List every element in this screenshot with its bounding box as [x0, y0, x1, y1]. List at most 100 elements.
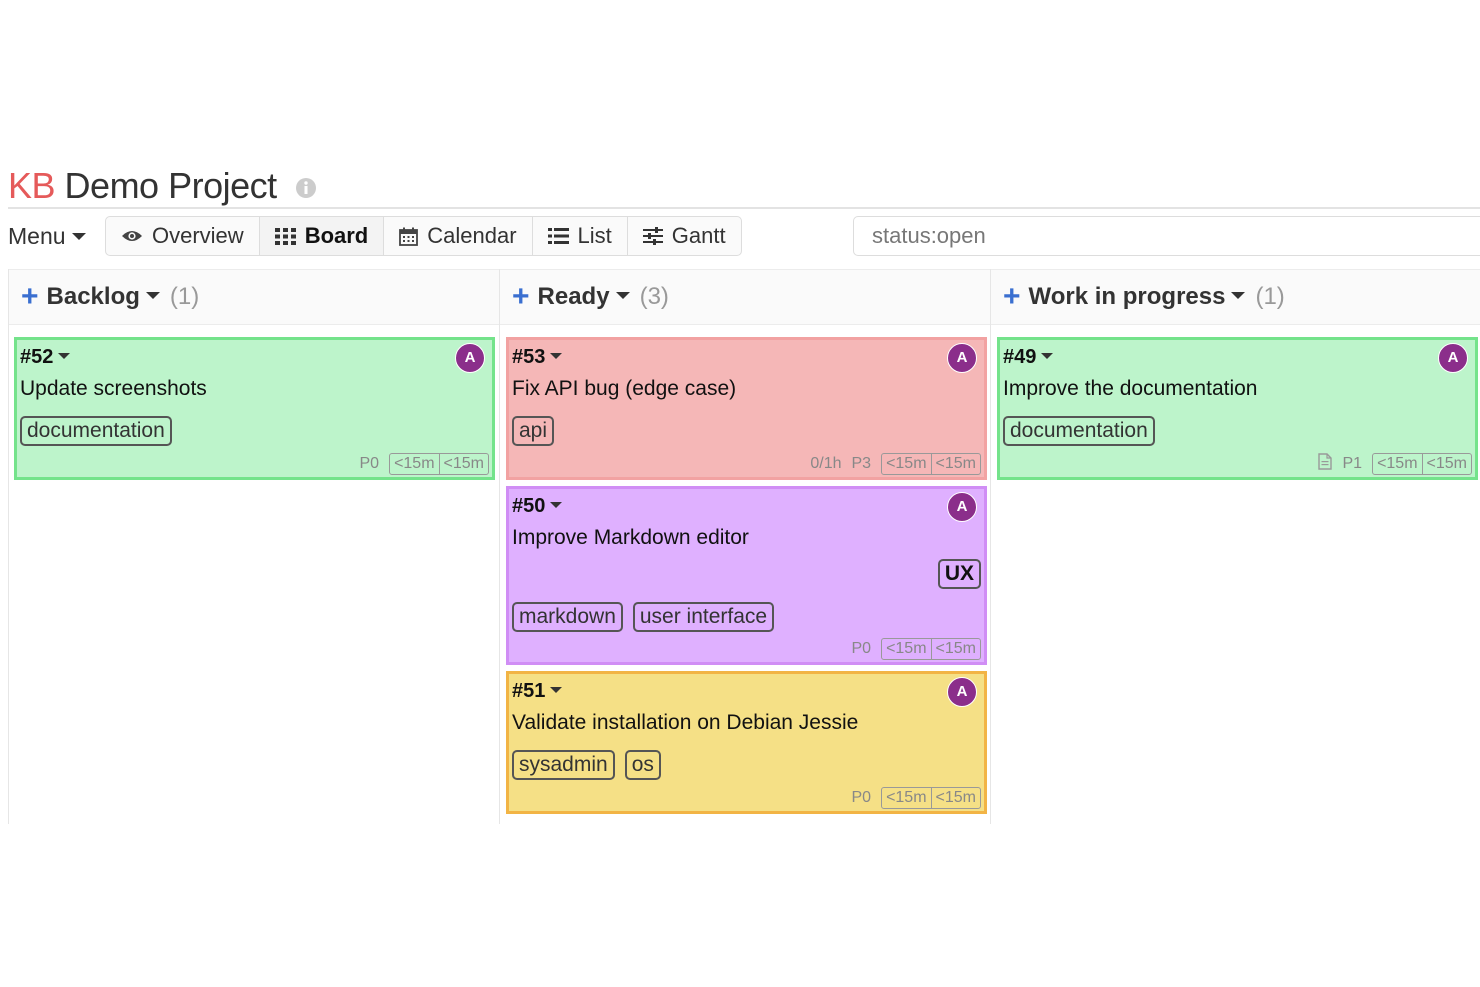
column-title[interactable]: Work in progress — [1029, 283, 1226, 311]
view-calendar-button[interactable]: Calendar — [384, 217, 533, 255]
task-footer: P0 <15m <15m — [359, 453, 489, 475]
task-footer: P0 <15m <15m — [851, 638, 981, 660]
priority-badge: P0 — [851, 640, 872, 657]
task-card[interactable]: #49 A Improve the documentation document… — [997, 337, 1478, 480]
calendar-icon — [399, 227, 419, 246]
time-spent: <15m — [930, 639, 980, 659]
avatar[interactable]: A — [455, 343, 485, 373]
task-title[interactable]: Improve Markdown editor — [512, 526, 749, 550]
tag-list: markdown user interface — [512, 602, 775, 632]
column-header: + Work in progress (1) — [991, 269, 1480, 325]
task-id-dropdown[interactable]: #52 — [20, 346, 71, 369]
task-id-dropdown[interactable]: #49 — [1003, 346, 1054, 369]
column-work-in-progress: + Work in progress (1) #49 A Improve the… — [990, 269, 1480, 824]
list-icon — [547, 228, 569, 244]
task-title[interactable]: Fix API bug (edge case) — [512, 377, 736, 401]
avatar[interactable]: A — [947, 492, 977, 522]
time-tracking: <15m <15m — [881, 453, 981, 475]
column-header: + Backlog (1) — [9, 269, 500, 325]
tag-list: api — [512, 416, 555, 446]
column-count: (1) — [169, 283, 200, 310]
time-spent: <15m — [930, 788, 980, 808]
menu-label: Menu — [8, 223, 66, 249]
column-title[interactable]: Ready — [538, 283, 610, 311]
task-card[interactable]: #53 A Fix API bug (edge case) api 0/1h P… — [506, 337, 987, 480]
priority-badge: P0 — [851, 789, 872, 806]
task-id: #50 — [512, 495, 546, 517]
task-card[interactable]: #52 A Update screenshots documentation P… — [14, 337, 495, 480]
tag-list: sysadmin os — [512, 750, 661, 780]
project-name: Demo Project — [64, 165, 278, 206]
task-id: #53 — [512, 346, 546, 368]
task-card[interactable]: #50 A Improve Markdown editor UX markdow… — [506, 486, 987, 665]
task-id-dropdown[interactable]: #51 — [512, 680, 563, 703]
tag-list: documentation — [20, 416, 172, 446]
column-title[interactable]: Backlog — [47, 283, 140, 311]
chevron-down-icon — [71, 232, 86, 240]
avatar[interactable]: A — [947, 343, 977, 373]
chevron-down-icon[interactable] — [615, 292, 630, 299]
task-id: #51 — [512, 680, 546, 702]
time-estimated: <15m — [1377, 455, 1418, 472]
view-board-label: Board — [304, 223, 369, 248]
project-logo: KB — [8, 165, 56, 206]
add-task-icon[interactable]: + — [1003, 282, 1021, 312]
chevron-down-icon — [550, 687, 563, 694]
board-grid-icon — [274, 227, 296, 245]
time-spent: <15m — [1421, 454, 1471, 474]
add-task-icon[interactable]: + — [21, 282, 39, 312]
category-badge[interactable]: UX — [937, 559, 981, 589]
priority-badge: P3 — [851, 455, 872, 472]
view-overview-button[interactable]: Overview — [106, 217, 260, 255]
chevron-down-icon — [550, 353, 563, 360]
tag: markdown — [512, 602, 623, 632]
view-list-button[interactable]: List — [533, 217, 628, 255]
chevron-down-icon[interactable] — [145, 292, 160, 299]
priority-badge: P1 — [1342, 455, 1363, 472]
sliders-icon — [642, 227, 663, 245]
title-divider — [8, 207, 1480, 209]
task-id: #52 — [20, 346, 54, 368]
view-gantt-label: Gantt — [671, 223, 726, 248]
subtask-time: 0/1h — [810, 455, 842, 472]
avatar[interactable]: A — [1438, 343, 1468, 373]
kanban-board: + Backlog (1) #52 A Update screenshots d… — [8, 269, 1480, 824]
task-title[interactable]: Update screenshots — [20, 377, 207, 401]
time-spent: <15m — [930, 454, 980, 474]
add-task-icon[interactable]: + — [512, 282, 530, 312]
task-footer: 0/1h P3 <15m <15m — [810, 453, 981, 475]
time-tracking: <15m <15m — [881, 787, 981, 809]
chevron-down-icon — [58, 353, 71, 360]
task-title[interactable]: Validate installation on Debian Jessie — [512, 711, 858, 735]
task-id-dropdown[interactable]: #50 — [512, 495, 563, 518]
task-id: #49 — [1003, 346, 1037, 368]
time-tracking: <15m <15m — [881, 638, 981, 660]
time-estimated: <15m — [886, 455, 927, 472]
document-icon[interactable] — [1318, 453, 1333, 475]
chevron-down-icon[interactable] — [1231, 292, 1246, 299]
tag: os — [624, 750, 661, 780]
info-icon[interactable] — [296, 163, 317, 209]
column-ready: + Ready (3) #53 A Fix API bug (edge case… — [499, 269, 991, 824]
task-footer: P0 <15m <15m — [851, 787, 981, 809]
tag: sysadmin — [512, 750, 615, 780]
task-footer: P1 <15m <15m — [1318, 453, 1472, 475]
task-id-dropdown[interactable]: #53 — [512, 346, 563, 369]
time-tracking: <15m <15m — [1372, 453, 1472, 475]
task-card[interactable]: #51 A Validate installation on Debian Je… — [506, 671, 987, 814]
task-title[interactable]: Improve the documentation — [1003, 377, 1257, 401]
tag: api — [512, 416, 555, 446]
search-input[interactable] — [853, 216, 1480, 256]
time-estimated: <15m — [886, 640, 927, 657]
view-calendar-label: Calendar — [427, 223, 517, 248]
priority-badge: P0 — [359, 455, 380, 472]
time-spent: <15m — [438, 454, 488, 474]
avatar[interactable]: A — [947, 677, 977, 707]
menu-dropdown[interactable]: Menu — [8, 219, 86, 253]
view-board-button[interactable]: Board — [259, 217, 385, 255]
view-gantt-button[interactable]: Gantt — [628, 217, 741, 255]
view-list-label: List — [577, 223, 612, 248]
time-estimated: <15m — [886, 789, 927, 806]
tag: documentation — [20, 416, 172, 446]
view-switcher: Overview Board Calendar List Gantt — [105, 216, 742, 256]
